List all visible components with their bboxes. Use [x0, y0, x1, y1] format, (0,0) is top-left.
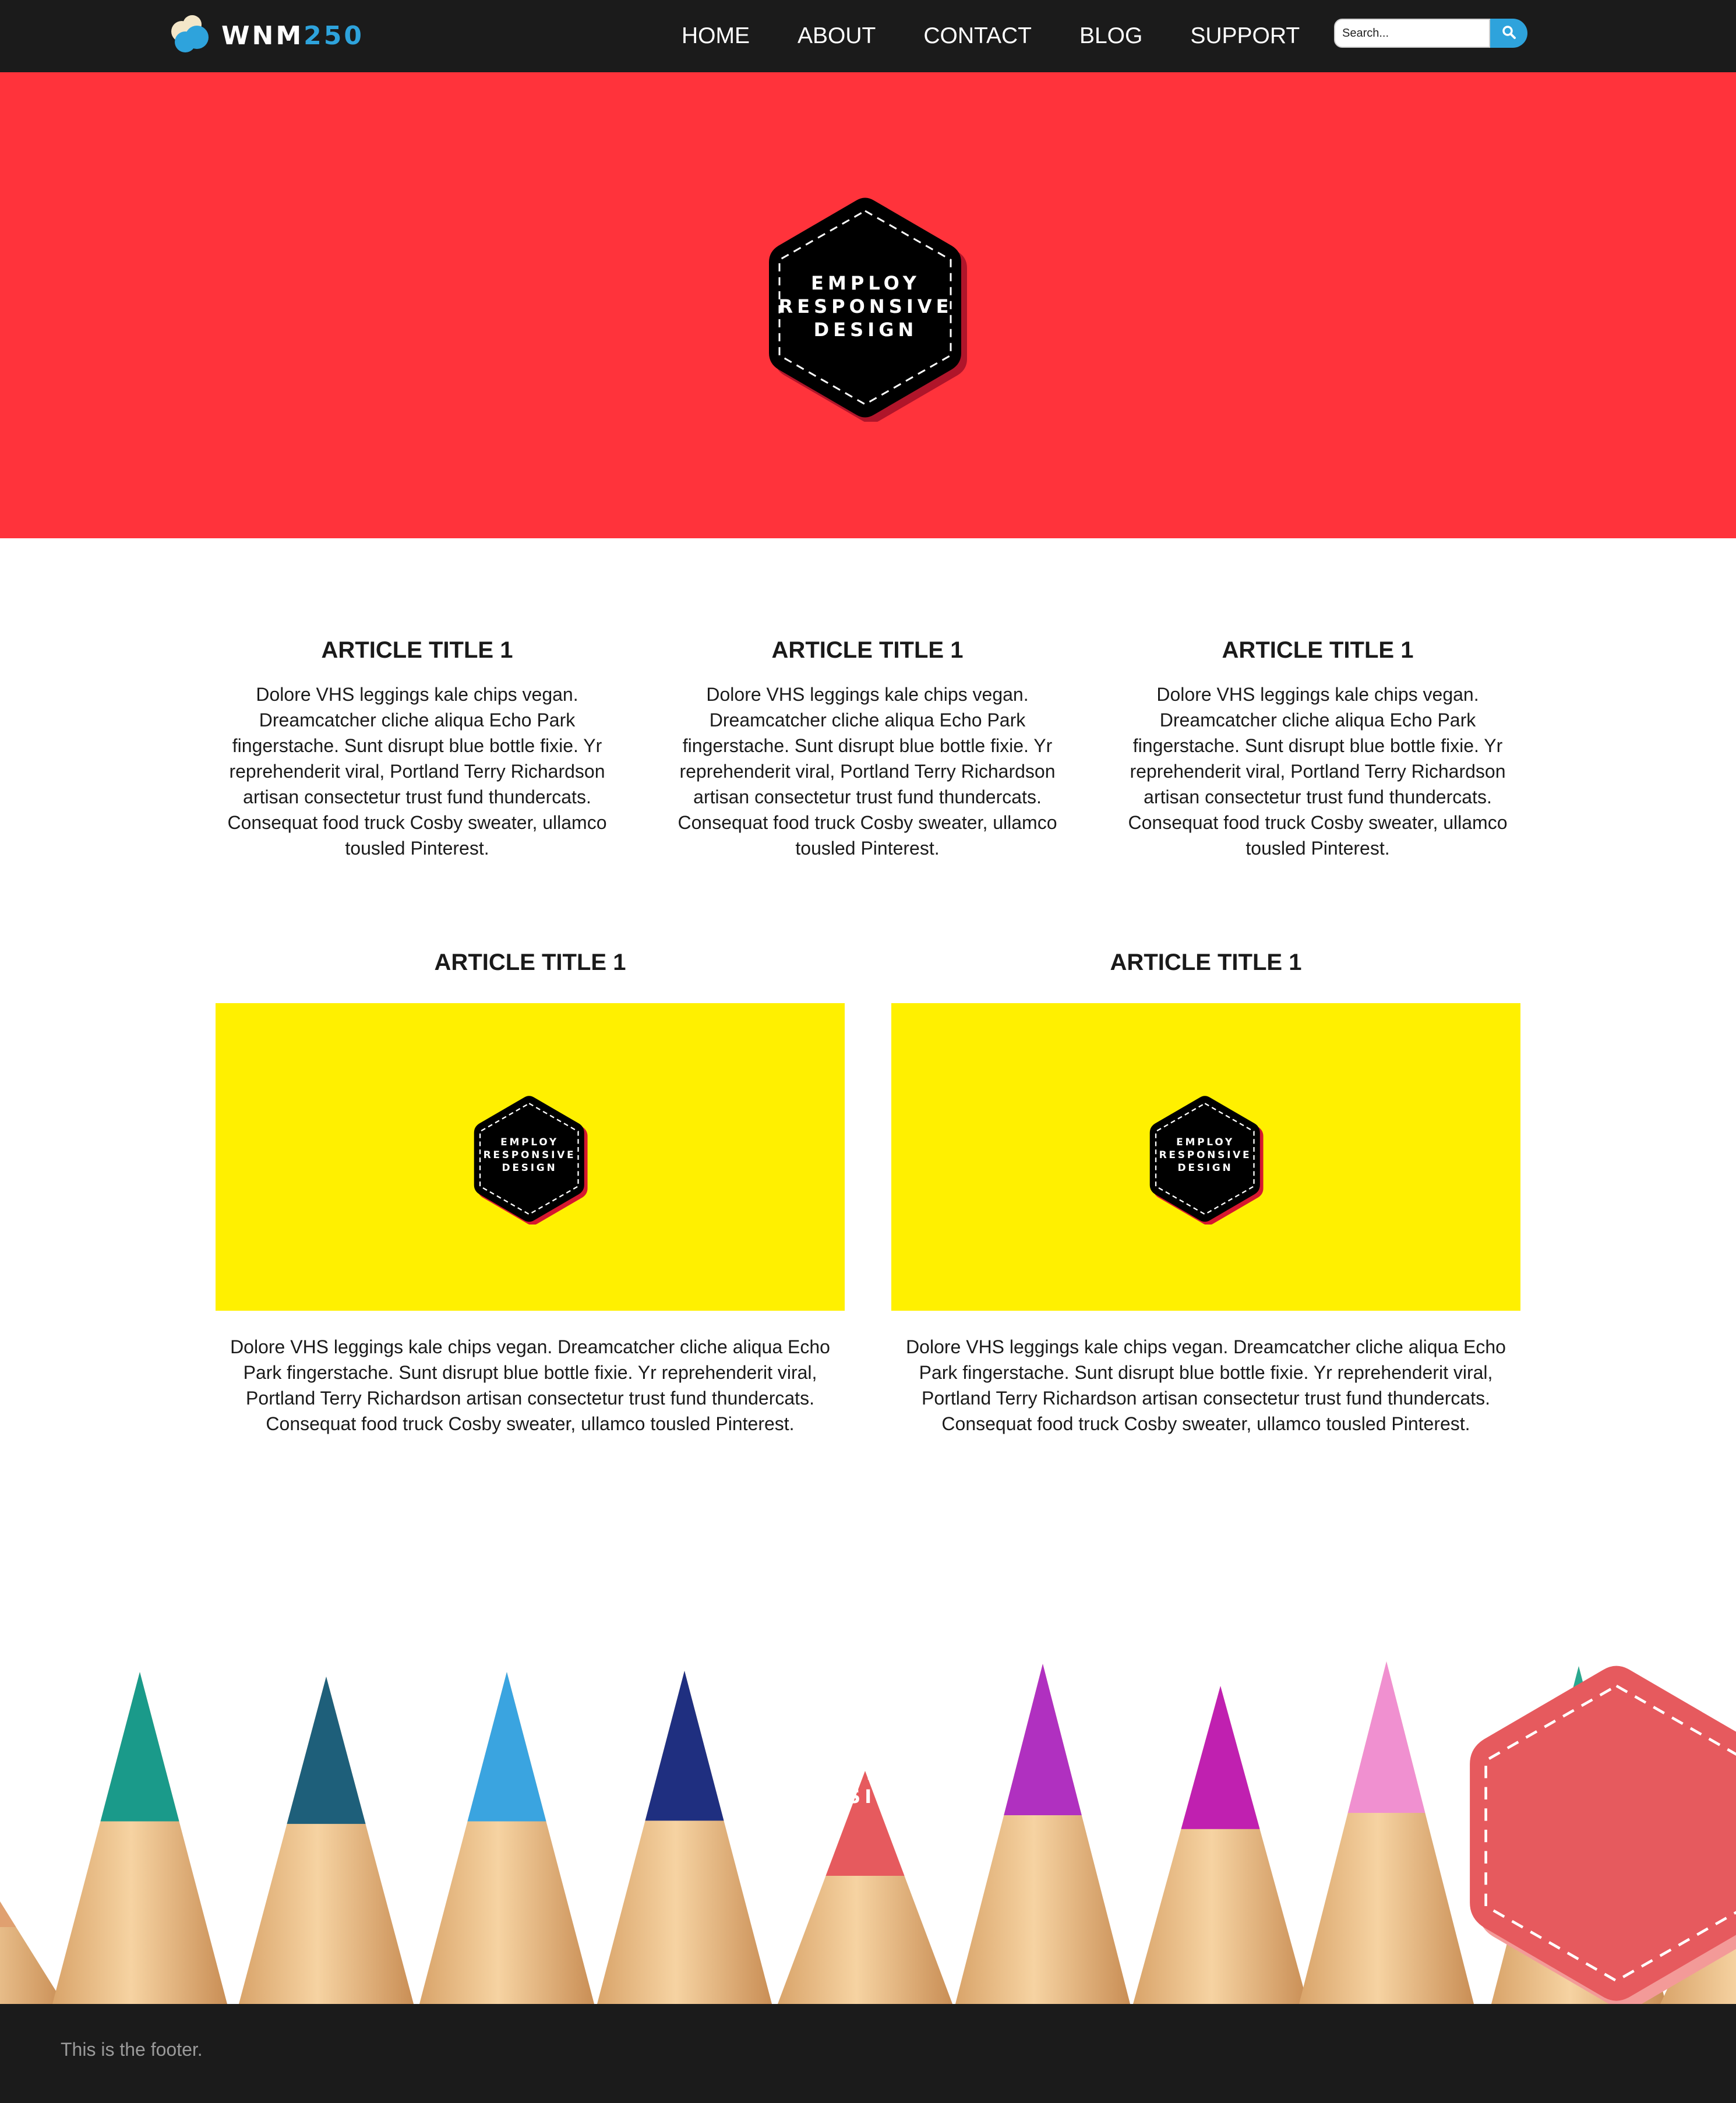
search-form [1334, 19, 1532, 48]
badge-line-2: RESPONSIVE [483, 1149, 576, 1161]
pencils-banner-image: EMPLOY RESPONSIVE DESIGN [0, 1649, 1736, 2004]
hero-badge: EMPLOY RESPONSIVE DESIGN [763, 189, 979, 422]
pencils-badge: EMPLOY RESPONSIVE DESIGN [757, 1652, 1736, 2004]
brand-logo[interactable]: WNM250 [167, 13, 364, 58]
badge-line-3: DESIGN [813, 319, 918, 341]
image-badge: EMPLOY RESPONSIVE DESIGN [471, 1091, 594, 1225]
article-body: Dolore VHS leggings kale chips vegan. Dr… [678, 684, 1057, 859]
article-title[interactable]: ARTICLE TITLE 1 [216, 947, 845, 978]
article-image[interactable]: EMPLOY RESPONSIVE DESIGN [891, 1003, 1520, 1311]
badge-line-3: DESIGN [1177, 1162, 1233, 1174]
article-title[interactable]: ARTICLE TITLE 1 [1120, 635, 1516, 665]
badge-line-1: EMPLOY [500, 1137, 559, 1148]
article-card-1: ARTICLE TITLE 1 Dolore VHS leggings kale… [219, 635, 615, 861]
article-body: Dolore VHS leggings kale chips vegan. Dr… [906, 1336, 1506, 1434]
pencil-lead [0, 1901, 16, 1927]
hero-banner: EMPLOY RESPONSIVE DESIGN [0, 72, 1736, 538]
brand-name: WNM250 [221, 20, 365, 51]
badge-line-2: RESPONSIVE [775, 1762, 950, 1784]
footer-text: This is the footer. [61, 2039, 203, 2060]
article-title[interactable]: ARTICLE TITLE 1 [669, 635, 1065, 665]
article-image[interactable]: EMPLOY RESPONSIVE DESIGN [216, 1003, 845, 1311]
nav-blog-link[interactable]: BLOG [1079, 23, 1142, 49]
article-card-5: ARTICLE TITLE 1 EMPLOY RESPONSIVE DESIGN… [891, 947, 1520, 1437]
badge-line-2: RESPONSIVE [1159, 1149, 1252, 1161]
badge-line-2: RESPONSIVE [778, 295, 953, 317]
main-menu: HOME ABOUT CONTACT BLOG SUPPORT [682, 0, 1300, 72]
article-title[interactable]: ARTICLE TITLE 1 [891, 947, 1520, 978]
pencil-lead [100, 1672, 179, 1822]
article-card-3: ARTICLE TITLE 1 Dolore VHS leggings kale… [1120, 635, 1516, 861]
badge-line-1: EMPLOY [808, 1739, 918, 1761]
article-title[interactable]: ARTICLE TITLE 1 [219, 635, 615, 665]
nav-home-link[interactable]: HOME [682, 23, 750, 49]
article-card-2: ARTICLE TITLE 1 Dolore VHS leggings kale… [669, 635, 1065, 861]
article-card-4: ARTICLE TITLE 1 EMPLOY RESPONSIVE DESIGN… [216, 947, 845, 1437]
badge-line-3: DESIGN [502, 1162, 558, 1174]
pencil-body [0, 1901, 64, 2004]
article-body: Dolore VHS leggings kale chips vegan. Dr… [1128, 684, 1508, 859]
badge-line-1: EMPLOY [811, 272, 920, 294]
badge-line-3: DESIGN [810, 1786, 915, 1808]
nav-contact-link[interactable]: CONTACT [923, 23, 1032, 49]
footer: This is the footer. [0, 2004, 1736, 2103]
pencil-lead [467, 1672, 546, 1822]
cloud-logo-icon [167, 12, 212, 60]
article-body: Dolore VHS leggings kale chips vegan. Dr… [227, 684, 607, 859]
nav-support-link[interactable]: SUPPORT [1190, 23, 1300, 49]
top-nav-bar: WNM250 HOME ABOUT CONTACT BLOG SUPPORT [0, 0, 1736, 72]
search-button[interactable] [1490, 19, 1527, 48]
article-body: Dolore VHS leggings kale chips vegan. Dr… [230, 1336, 830, 1434]
search-icon [1501, 24, 1516, 43]
search-input[interactable] [1334, 19, 1490, 48]
pencil-lead [645, 1671, 724, 1821]
image-badge: EMPLOY RESPONSIVE DESIGN [1146, 1091, 1270, 1225]
badge-line-1: EMPLOY [1176, 1137, 1234, 1148]
nav-about-link[interactable]: ABOUT [798, 23, 876, 49]
pencil-lead [287, 1677, 366, 1824]
